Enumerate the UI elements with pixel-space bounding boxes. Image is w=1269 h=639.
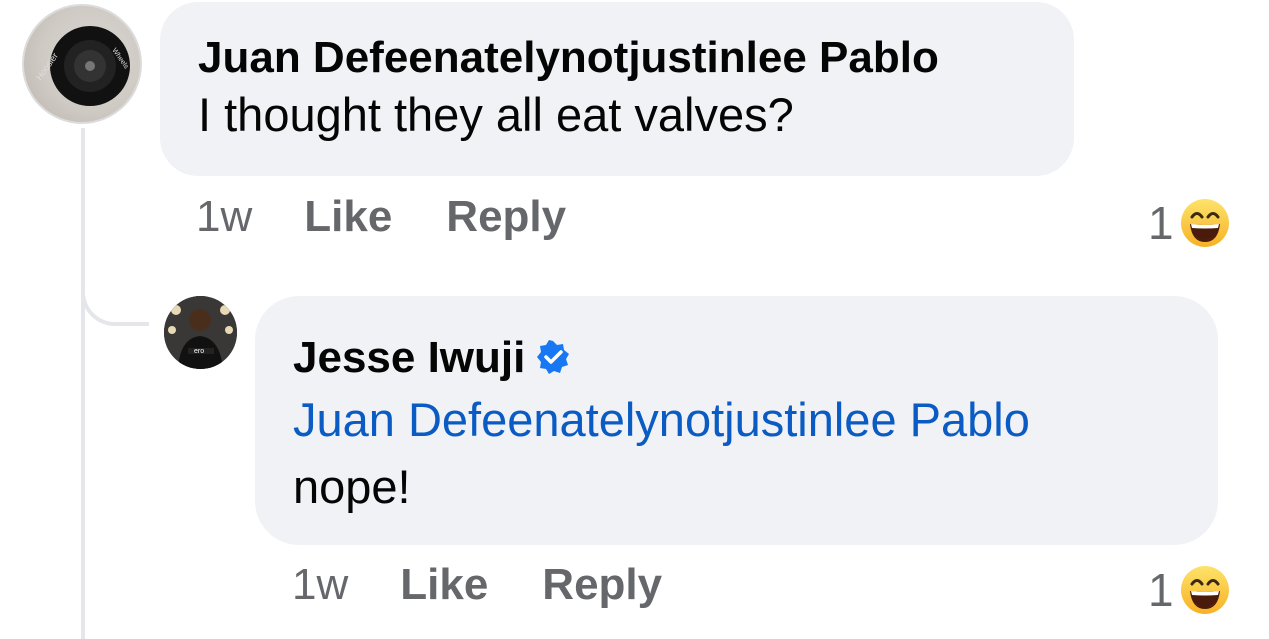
reply-author-row: Jesse Iwuji — [293, 332, 1180, 384]
reply-button[interactable]: Reply — [446, 192, 566, 242]
comment-actions: 1w Like Reply — [196, 192, 620, 242]
like-button[interactable]: Like — [304, 192, 392, 242]
reply-reply-button[interactable]: Reply — [542, 560, 662, 610]
comment-bubble: Juan Defeenatelynotjustinlee Pablo I tho… — [160, 2, 1074, 176]
reply-timestamp[interactable]: 1w — [292, 560, 348, 610]
reply-bubble: Jesse Iwuji Juan Defeenatelynotjustinlee… — [255, 296, 1218, 545]
reply-reaction-summary[interactable]: 1 — [1148, 563, 1230, 617]
avatar-person-image: ero — [164, 296, 237, 369]
laughing-emoji-icon — [1180, 199, 1229, 247]
verified-badge-icon — [537, 340, 570, 375]
reaction-summary[interactable]: 1 — [1148, 196, 1230, 250]
reaction-count: 1 — [1148, 197, 1174, 249]
thread-line — [81, 128, 85, 639]
mention-link[interactable]: Juan Defeenatelynotjustinlee Pablo — [293, 384, 1180, 456]
reply-reaction-count: 1 — [1148, 564, 1174, 616]
avatar[interactable]: Hoosier Wheels — [22, 4, 142, 124]
reply-actions: 1w Like Reply — [292, 560, 716, 610]
avatar-tire-image: Hoosier Wheels — [34, 26, 130, 106]
reply-like-button[interactable]: Like — [400, 560, 488, 610]
comment-author[interactable]: Juan Defeenatelynotjustinlee Pablo — [198, 32, 1036, 84]
comment-text: I thought they all eat valves? — [198, 88, 794, 141]
laughing-emoji-icon — [1180, 566, 1229, 614]
comment-timestamp[interactable]: 1w — [196, 192, 252, 242]
reply-avatar[interactable]: ero — [164, 296, 237, 369]
thread-connector — [81, 260, 149, 326]
reply-author[interactable]: Jesse Iwuji — [293, 333, 525, 382]
reply-text: nope! — [293, 460, 411, 513]
avatar-jersey-text: ero — [194, 348, 204, 355]
